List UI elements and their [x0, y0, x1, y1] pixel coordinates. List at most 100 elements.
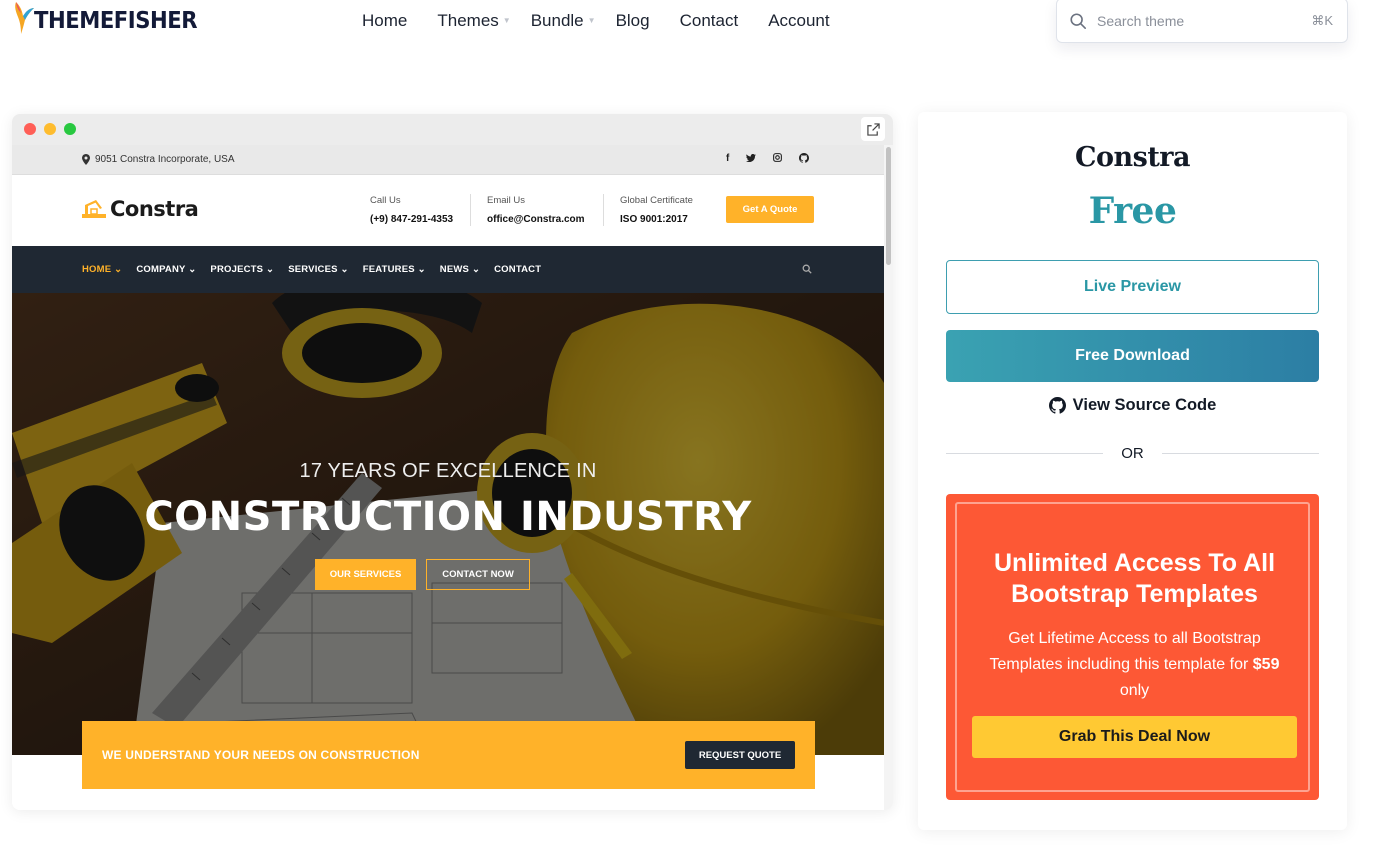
site-nav-projects[interactable]: PROJECTS ⌄ — [210, 264, 274, 275]
nav-themes-label: Themes — [437, 11, 499, 30]
window-titlebar — [12, 114, 893, 145]
call-us-info: Call Us (+9) 847-291-4353 — [370, 195, 453, 225]
hummingbird-icon — [15, 2, 34, 34]
email-us-value: office@Constra.com — [487, 214, 585, 225]
grab-deal-button[interactable]: Grab This Deal Now — [972, 716, 1297, 758]
call-us-value: (+9) 847-291-4353 — [370, 214, 454, 225]
location-pin-icon — [82, 154, 90, 165]
hero-buttons: OUR SERVICES CONTACT NOW — [315, 559, 530, 590]
our-services-button[interactable]: OUR SERVICES — [315, 559, 416, 590]
search-shortcut: ⌘K — [1311, 12, 1333, 28]
site-nav-news[interactable]: NEWS ⌄ — [440, 264, 480, 275]
caret-down-icon: ▼ — [587, 16, 596, 25]
nav-home[interactable]: Home — [362, 10, 407, 32]
promo-card-border: Unlimited Access To All Bootstrap Templa… — [955, 502, 1310, 792]
main-nav: Home Themes ▼ Bundle ▼ Blog Contact Accoun… — [362, 10, 860, 32]
site-search-icon[interactable] — [802, 264, 812, 274]
divider-line — [946, 453, 1104, 454]
site-hero: 17 YEARS OF EXCELLENCE IN CONSTRUCTION I… — [12, 293, 884, 755]
divider-line — [1161, 453, 1319, 454]
nav-account-label: Account — [768, 11, 830, 30]
nav-blog-label: Blog — [615, 11, 650, 30]
constra-logo[interactable]: Constra — [82, 197, 199, 221]
window-minimize-dot — [44, 123, 56, 135]
nav-blog[interactable]: Blog — [616, 10, 650, 32]
hero-subtitle: 17 YEARS OF EXCELLENCE IN — [299, 460, 597, 482]
facebook-icon[interactable]: f — [726, 153, 729, 164]
site-nav-services-label: SERVICES — [288, 264, 338, 275]
info-divider — [470, 194, 471, 226]
promo-card: Unlimited Access To All Bootstrap Templa… — [946, 494, 1319, 800]
site-nav-news-label: NEWS — [439, 264, 470, 275]
free-download-button[interactable]: Free Download — [946, 330, 1319, 382]
instagram-icon[interactable] — [773, 153, 783, 162]
top-header: THEMEFISHER Home Themes ▼ Bundle ▼ Blog Co… — [0, 0, 1381, 60]
product-panel: Constra Free Live Preview Free Download … — [918, 112, 1347, 830]
address-text: 9051 Constra Incorporate, USA — [95, 154, 235, 165]
or-divider: OR — [946, 445, 1319, 462]
product-title: Constra — [1074, 142, 1191, 173]
github-icon — [1048, 397, 1066, 414]
brand-name: THEMEFISHER — [34, 8, 198, 34]
nav-contact[interactable]: Contact — [680, 10, 739, 32]
github-icon[interactable] — [799, 153, 810, 163]
certificate-value: ISO 9001:2017 — [620, 214, 688, 225]
cta-strip: WE UNDERSTAND YOUR NEEDS ON CONSTRUCTION… — [82, 721, 815, 789]
promo-desc-text: Get Lifetime Access to all Bootstrap Tem… — [989, 630, 1261, 673]
promo-title: Unlimited Access To All Bootstrap Templa… — [993, 549, 1276, 608]
promo-price: $59 — [1252, 656, 1280, 673]
contact-now-button[interactable]: CONTACT NOW — [426, 559, 530, 590]
nav-account[interactable]: Account — [768, 10, 829, 32]
site-nav-features-label: FEATURES — [362, 264, 415, 275]
cta-strip-text: WE UNDERSTAND YOUR NEEDS ON CONSTRUCTION — [102, 748, 420, 762]
request-quote-button[interactable]: REQUEST QUOTE — [685, 741, 795, 769]
product-price: Free — [1088, 190, 1177, 232]
preview-scrollbar[interactable] — [884, 145, 893, 810]
view-source-code-label: View Source Code — [1072, 396, 1217, 414]
site-nav-contact-label: CONTACT — [494, 264, 542, 275]
site-nav-contact[interactable]: CONTACT — [494, 264, 541, 275]
certificate-label: Global Certificate — [620, 195, 693, 206]
twitter-icon[interactable] — [746, 153, 757, 163]
site-nav-projects-label: PROJECTS — [210, 264, 264, 275]
caret-down-icon: ▼ — [502, 16, 511, 25]
crane-icon — [82, 200, 106, 218]
site-nav-company[interactable]: COMPANY ⌄ — [136, 264, 196, 275]
external-link-icon — [866, 122, 880, 136]
window-maximize-dot — [64, 123, 76, 135]
email-us-label: Email Us — [487, 195, 526, 206]
site-nav-company-label: COMPANY — [136, 264, 186, 275]
nav-bundle[interactable]: Bundle ▼ — [531, 10, 596, 32]
constra-logo-text: Constra — [110, 197, 199, 221]
search-box[interactable]: ⌘K — [1056, 0, 1348, 43]
nav-bundle-label: Bundle — [530, 11, 584, 30]
nav-contact-label: Contact — [679, 11, 739, 30]
live-preview-button[interactable]: Live Preview — [946, 260, 1319, 314]
nav-themes[interactable]: Themes ▼ — [437, 10, 510, 32]
or-text: OR — [1121, 445, 1144, 462]
site-nav-home-label: HOME — [82, 264, 112, 275]
themefisher-logo[interactable]: THEMEFISHER — [12, 0, 211, 40]
info-divider — [603, 194, 604, 226]
site-header: Constra Call Us (+9) 847-291-4353 Email … — [12, 174, 884, 246]
site-nav: HOME ⌄ COMPANY ⌄ PROJECTS ⌄ SERVICES ⌄ F… — [12, 246, 884, 293]
site-nav-features[interactable]: FEATURES ⌄ — [363, 264, 426, 275]
preview-window: 9051 Constra Incorporate, USA f Constra — [12, 114, 893, 810]
hero-title: CONSTRUCTION INDUSTRY — [144, 494, 752, 540]
certificate-info: Global Certificate ISO 9001:2017 — [620, 195, 693, 225]
open-external-button[interactable] — [861, 117, 885, 141]
search-input[interactable] — [1097, 12, 1312, 29]
search-icon — [1070, 12, 1087, 29]
site-topbar: 9051 Constra Incorporate, USA f — [12, 145, 884, 174]
site-address: 9051 Constra Incorporate, USA — [82, 154, 235, 165]
call-us-label: Call Us — [370, 195, 401, 206]
get-quote-button[interactable]: Get A Quote — [726, 196, 814, 223]
view-source-code-link[interactable]: View Source Code — [918, 396, 1347, 415]
email-us-info: Email Us office@Constra.com — [487, 195, 585, 225]
preview-site: 9051 Constra Incorporate, USA f Constra — [12, 145, 884, 810]
site-nav-home[interactable]: HOME ⌄ — [82, 264, 122, 275]
scrollbar-thumb[interactable] — [886, 147, 891, 265]
promo-desc-suffix: only — [1119, 682, 1150, 699]
site-social-links: f — [726, 153, 810, 164]
site-nav-services[interactable]: SERVICES ⌄ — [288, 264, 348, 275]
